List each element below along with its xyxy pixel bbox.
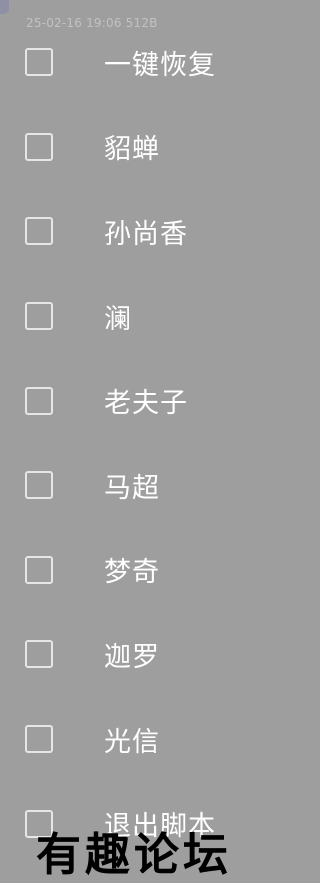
option-item-mengqi[interactable]: 梦奇	[0, 528, 268, 613]
checkbox[interactable]	[25, 471, 53, 500]
checkbox[interactable]	[25, 132, 53, 161]
checkbox[interactable]	[25, 386, 53, 415]
watermark-logo: 有趣论坛	[35, 828, 232, 881]
option-item-machao[interactable]: 马超	[0, 443, 268, 528]
option-label: 马超	[104, 472, 160, 504]
checkbox[interactable]	[25, 217, 53, 246]
option-item-sunshangxiang[interactable]: 孙尚香	[0, 189, 268, 274]
option-label: 梦奇	[104, 557, 160, 589]
option-label: 貂蝉	[104, 134, 160, 166]
checkbox[interactable]	[25, 725, 53, 754]
checkbox[interactable]	[25, 302, 53, 331]
checkbox[interactable]	[25, 48, 53, 77]
script-menu-screen: 25-02-16 19:06512B 一键恢复 貂蝉 孙尚香 澜 老夫子 马超	[0, 0, 268, 883]
checkbox[interactable]	[25, 555, 53, 584]
option-label: 孙尚香	[104, 218, 188, 250]
option-item-jialuo[interactable]: 迦罗	[0, 612, 268, 697]
option-item-guangxin[interactable]: 光信	[0, 697, 268, 782]
option-item-laofuzi[interactable]: 老夫子	[0, 358, 268, 443]
option-item-lan[interactable]: 澜	[0, 274, 268, 359]
option-list: 一键恢复 貂蝉 孙尚香 澜 老夫子 马超 梦奇 迦罗 光信 退出脚本	[0, 20, 268, 866]
option-label: 一键恢复	[104, 49, 216, 81]
option-label: 澜	[104, 303, 132, 335]
option-label: 迦罗	[104, 641, 160, 673]
option-item-diaochan[interactable]: 貂蝉	[0, 105, 268, 190]
checkbox[interactable]	[25, 640, 53, 669]
option-item-restore[interactable]: 一键恢复	[0, 20, 268, 105]
option-label: 老夫子	[104, 388, 188, 420]
corner-tab[interactable]	[0, 0, 9, 14]
option-label: 光信	[104, 726, 160, 758]
